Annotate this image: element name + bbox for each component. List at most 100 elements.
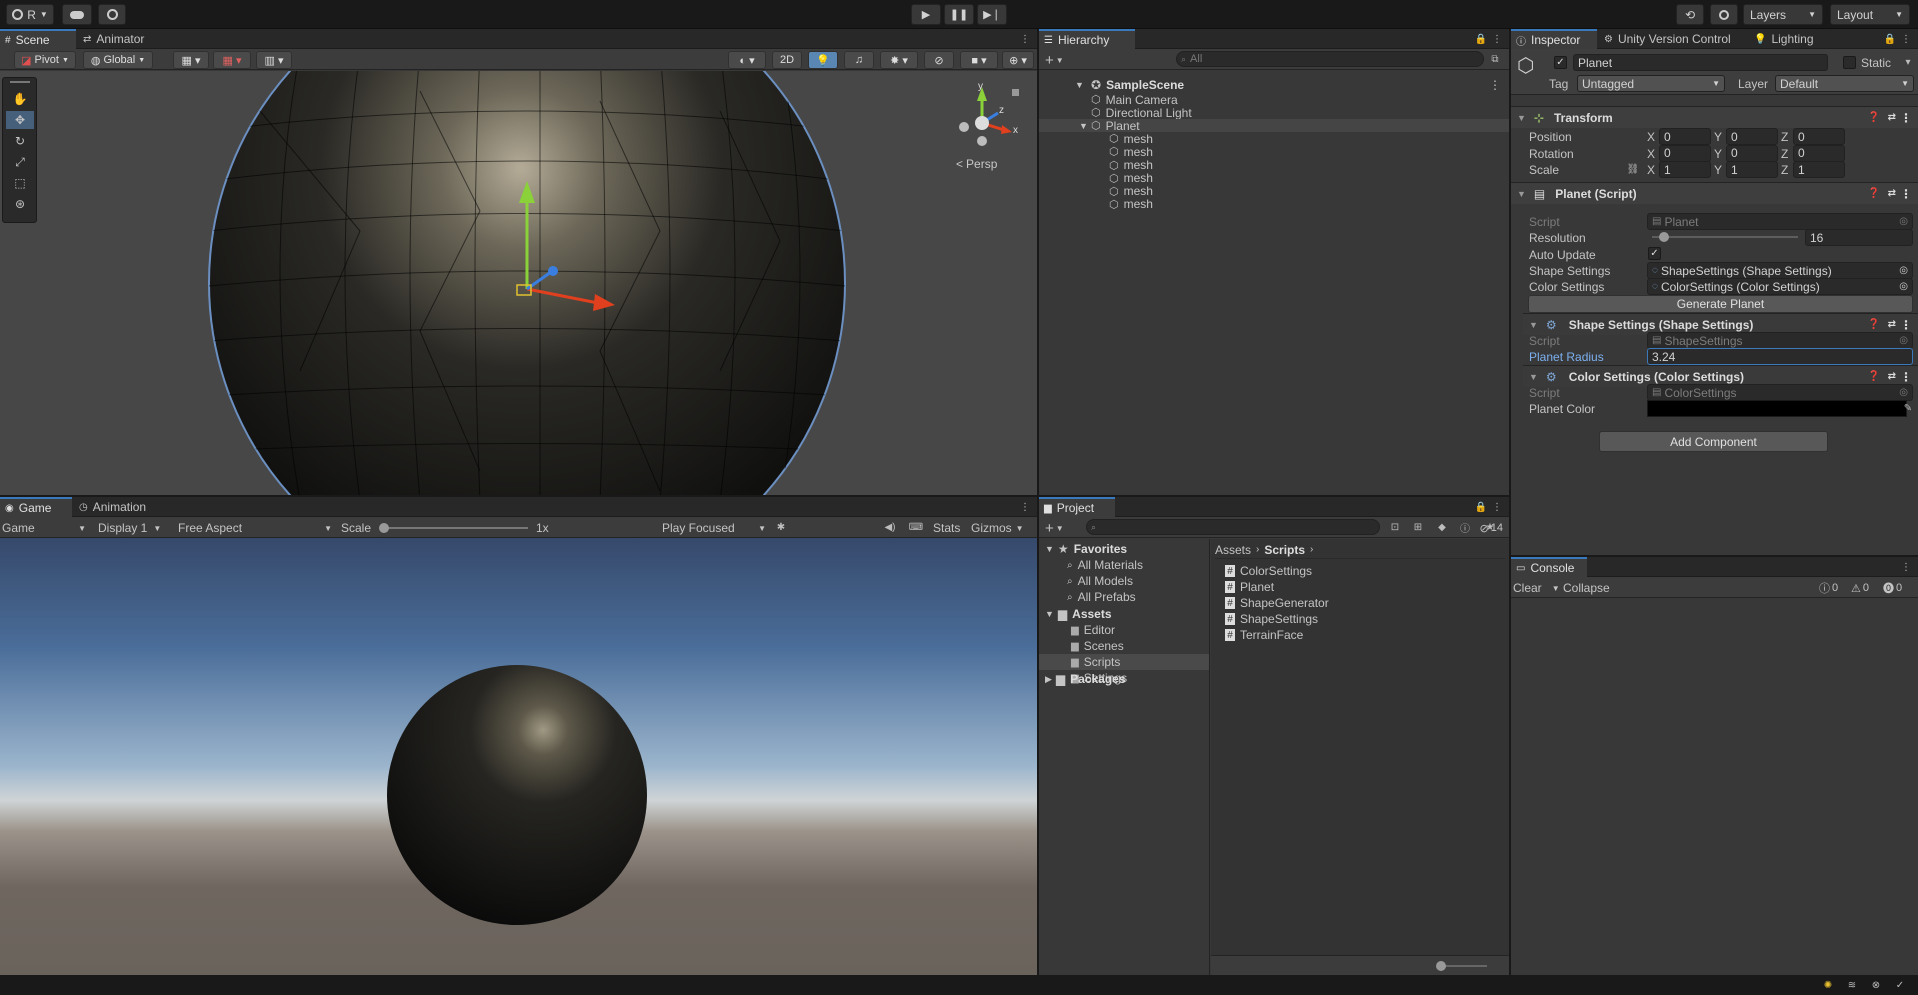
step-button[interactable]: ▶❘ xyxy=(977,4,1007,25)
account-button[interactable]: R ▼ xyxy=(6,4,54,25)
object-picker-icon[interactable]: ◎ xyxy=(1899,281,1908,292)
mute-audio-icon[interactable]: ◀) xyxy=(884,521,896,533)
more-icon[interactable]: ⋮ xyxy=(1489,78,1501,92)
more-icon[interactable]: ⋮ xyxy=(1900,561,1912,573)
tag-dropdown[interactable]: Untagged ▼ xyxy=(1577,75,1725,92)
move-tool[interactable]: ✥ xyxy=(6,111,34,129)
scale-slider[interactable] xyxy=(379,523,528,533)
filter-icon[interactable]: ⧉ xyxy=(1489,53,1501,65)
transform-scale-z-field[interactable]: 1 xyxy=(1793,161,1845,178)
assets-header[interactable]: ▼ ▆ Assets xyxy=(1045,606,1112,622)
effects-dropdown[interactable]: ✸ ▾ xyxy=(880,51,918,69)
axis-y-label[interactable]: Y xyxy=(1714,130,1722,144)
collapse-button[interactable]: Collapse xyxy=(1563,581,1610,595)
global-dropdown[interactable]: ◍ Global ▼ xyxy=(83,51,153,69)
collab-button[interactable] xyxy=(98,4,126,25)
generate-planet-button[interactable]: Generate Planet xyxy=(1528,295,1913,313)
create-button[interactable]: + ▼ xyxy=(1045,52,1064,69)
create-asset-button[interactable]: + ▼ xyxy=(1045,520,1064,537)
scene-viewport[interactable]: ✋ ✥ ↻ ⤢ ⬚ ⊛ y x z < Persp xyxy=(0,71,1037,495)
shape-settings-field[interactable]: ◌ ShapeSettings (Shape Settings) ◎ xyxy=(1647,262,1913,279)
transform-position-x-field[interactable]: 0 xyxy=(1659,128,1711,145)
label-icon[interactable]: ◆ xyxy=(1436,521,1448,533)
hand-tool[interactable]: ✋ xyxy=(6,90,34,108)
more-icon[interactable]: ⋮ xyxy=(1019,33,1031,45)
visibility-toggle[interactable]: ⊘ xyxy=(924,51,954,69)
tab-project[interactable]: ▆ Project xyxy=(1039,497,1115,517)
packages-header[interactable]: ▶ ▆ Packages xyxy=(1045,671,1126,687)
preset-icon[interactable]: ⇄ xyxy=(1888,188,1896,199)
axis-z-label[interactable]: Z xyxy=(1781,130,1788,144)
transform-position-y-field[interactable]: 0 xyxy=(1726,128,1778,145)
ruler-button[interactable]: ▥ ▾ xyxy=(256,51,292,69)
resolution-slider-thumb[interactable] xyxy=(1658,232,1669,242)
script-file-item[interactable]: # Planet xyxy=(1225,579,1274,595)
script-file-item[interactable]: # ShapeGenerator xyxy=(1225,595,1329,611)
persp-toggle[interactable]: < Persp xyxy=(956,157,997,171)
axis-z-label[interactable]: Z xyxy=(1781,163,1788,177)
tab-unity-version-control[interactable]: ⚙ Unity Version Control xyxy=(1599,29,1747,49)
axis-x-label[interactable]: X xyxy=(1647,130,1655,144)
play-button[interactable]: ▶ xyxy=(911,4,941,25)
tab-scene[interactable]: # Scene xyxy=(0,29,76,49)
asset-folder-item[interactable]: ▆ Scenes xyxy=(1039,638,1209,654)
cloud-button[interactable] xyxy=(62,4,92,25)
rotate-tool[interactable]: ↻ xyxy=(6,132,34,150)
tab-animator[interactable]: ⇄ Animator xyxy=(78,29,164,49)
more-icon[interactable]: ⋮ xyxy=(1491,33,1503,45)
help-icon[interactable]: ❓ xyxy=(1868,319,1880,330)
more-icon[interactable]: ⋮ xyxy=(1491,501,1503,513)
warning-filter[interactable]: ⚠ 0 xyxy=(1851,580,1869,596)
scale-tool[interactable]: ⤢ xyxy=(6,153,34,171)
hierarchy-item[interactable]: ⬡ Main Camera xyxy=(1039,93,1509,107)
package-icon[interactable]: ⊞ xyxy=(1412,521,1424,533)
transform-rotation-y-field[interactable]: 0 xyxy=(1726,144,1778,162)
snap-increment-button[interactable]: ▦ ▾ xyxy=(213,51,251,69)
planet-script-header[interactable]: ▼ ▤ Planet (Script) ❓ ⇄ ⋮ xyxy=(1511,182,1918,204)
planet-color-swatch[interactable] xyxy=(1647,400,1907,417)
favorite-item[interactable]: ⌕ All Prefabs xyxy=(1067,589,1136,605)
pause-button[interactable]: ❚❚ xyxy=(944,4,974,25)
hierarchy-item[interactable]: ⬡ mesh xyxy=(1039,145,1509,159)
hierarchy-search[interactable]: ⌕ All xyxy=(1176,51,1484,67)
breadcrumb-scripts[interactable]: Scripts xyxy=(1264,543,1305,557)
resolution-field[interactable]: 16 xyxy=(1805,229,1913,246)
toggle-2d-button[interactable]: 2D xyxy=(772,51,802,69)
bug-icon[interactable]: ✱ xyxy=(775,521,787,533)
check-circle-icon[interactable]: ✓ xyxy=(1894,979,1906,991)
layers-stack-icon[interactable]: ≋ xyxy=(1846,979,1858,991)
warning-filter-icon[interactable]: ⓘ xyxy=(1459,521,1471,535)
preset-icon[interactable]: ⇄ xyxy=(1888,319,1896,330)
layers-dropdown[interactable]: Layers ▼ xyxy=(1743,4,1823,25)
tab-animation[interactable]: ◷ Animation xyxy=(74,497,164,517)
color-settings-field[interactable]: ◌ ColorSettings (Color Settings) ◎ xyxy=(1647,278,1913,295)
favorites-header[interactable]: ▼ ★ Favorites xyxy=(1045,541,1127,557)
network-off-icon[interactable]: ⊗ xyxy=(1870,979,1882,991)
transform-rotation-x-field[interactable]: 0 xyxy=(1659,144,1711,162)
pivot-dropdown[interactable]: ◪ Pivot ▼ xyxy=(14,51,76,69)
help-icon[interactable]: ❓ xyxy=(1868,188,1880,199)
tab-lighting[interactable]: 💡 Lighting xyxy=(1749,29,1833,49)
scene-root[interactable]: ▼ ✪ SampleScene ⋮ xyxy=(1039,77,1509,93)
breadcrumb-assets[interactable]: Assets xyxy=(1215,543,1251,557)
more-icon[interactable]: ⋮ xyxy=(1900,370,1912,384)
transform-tool[interactable]: ⊛ xyxy=(6,195,34,213)
object-picker-icon[interactable]: ◎ xyxy=(1899,265,1908,276)
axis-z-label[interactable]: Z xyxy=(1781,147,1788,161)
icon-size-slider[interactable] xyxy=(1436,961,1487,971)
lighting-progress-icon[interactable]: ✺ xyxy=(1822,979,1834,991)
hierarchy-item[interactable]: ⬡ mesh xyxy=(1039,184,1509,198)
add-component-button[interactable]: Add Component xyxy=(1599,431,1828,452)
axis-y-label[interactable]: Y xyxy=(1714,147,1722,161)
error-filter[interactable]: ⓿ 0 xyxy=(1883,580,1902,596)
search-button[interactable] xyxy=(1710,4,1738,25)
transform-header[interactable]: ▼ ⊹ Transform ❓ ⇄ ⋮ xyxy=(1511,106,1918,128)
console-log-area[interactable] xyxy=(1511,599,1918,975)
tab-inspector[interactable]: ⓘ Inspector xyxy=(1511,29,1597,49)
aspect-select[interactable]: Free Aspect ▼ xyxy=(178,520,332,536)
lock-icon[interactable]: 🔒 xyxy=(1475,33,1487,45)
hierarchy-item[interactable]: ⬡ mesh xyxy=(1039,197,1509,211)
active-checkbox[interactable]: ✓ xyxy=(1554,56,1567,69)
camera-dropdown[interactable]: ■ ▾ xyxy=(960,51,998,69)
lighting-toggle[interactable]: 💡 xyxy=(808,51,838,69)
